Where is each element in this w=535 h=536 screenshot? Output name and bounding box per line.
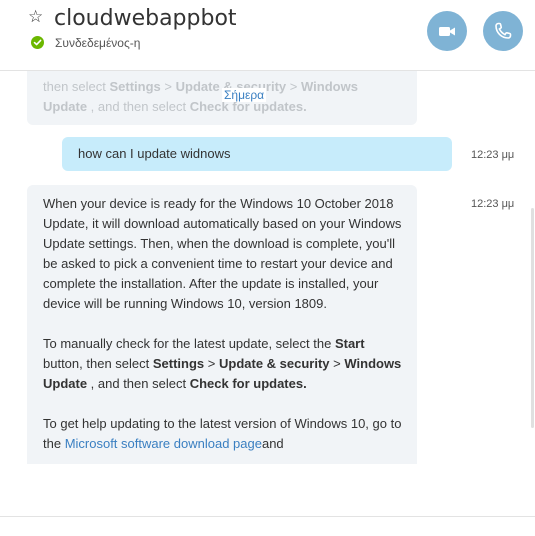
audio-call-button[interactable] (483, 11, 523, 51)
download-page-link[interactable]: Microsoft software download page (65, 436, 262, 451)
message-composer[interactable] (0, 516, 535, 536)
conversation-pane[interactable]: then select Settings > Update & security… (0, 71, 535, 464)
user-message-bubble[interactable]: how can I update widnows (62, 137, 452, 171)
contact-name[interactable]: cloudwebappbot (54, 6, 237, 31)
star-icon[interactable]: ☆ (28, 8, 43, 25)
user-message-text: how can I update widnows (78, 146, 231, 161)
status-text: Συνδεδεμένος-η (55, 36, 141, 50)
scrollbar-thumb[interactable] (531, 208, 534, 428)
user-message-timestamp: 12:23 μμ (471, 149, 515, 161)
video-camera-icon (439, 27, 455, 36)
online-check-icon (31, 36, 44, 49)
bot-paragraph-1: When your device is ready for the Window… (43, 196, 402, 311)
chat-header: ☆ cloudwebappbot Συνδεδεμένος-η (0, 0, 535, 71)
bot-message-bubble[interactable]: When your device is ready for the Window… (27, 185, 417, 464)
video-call-button[interactable] (427, 11, 467, 51)
date-divider: Σήμερα (222, 88, 267, 102)
bot-message-timestamp: 12:23 μμ (471, 198, 515, 210)
bot-paragraph-2: To manually check for the latest update,… (43, 336, 402, 391)
bot-message-text: When your device is ready for the Window… (43, 194, 403, 464)
bot-paragraph-3: To get help updating to the latest versi… (43, 416, 402, 451)
phone-icon (495, 22, 512, 39)
